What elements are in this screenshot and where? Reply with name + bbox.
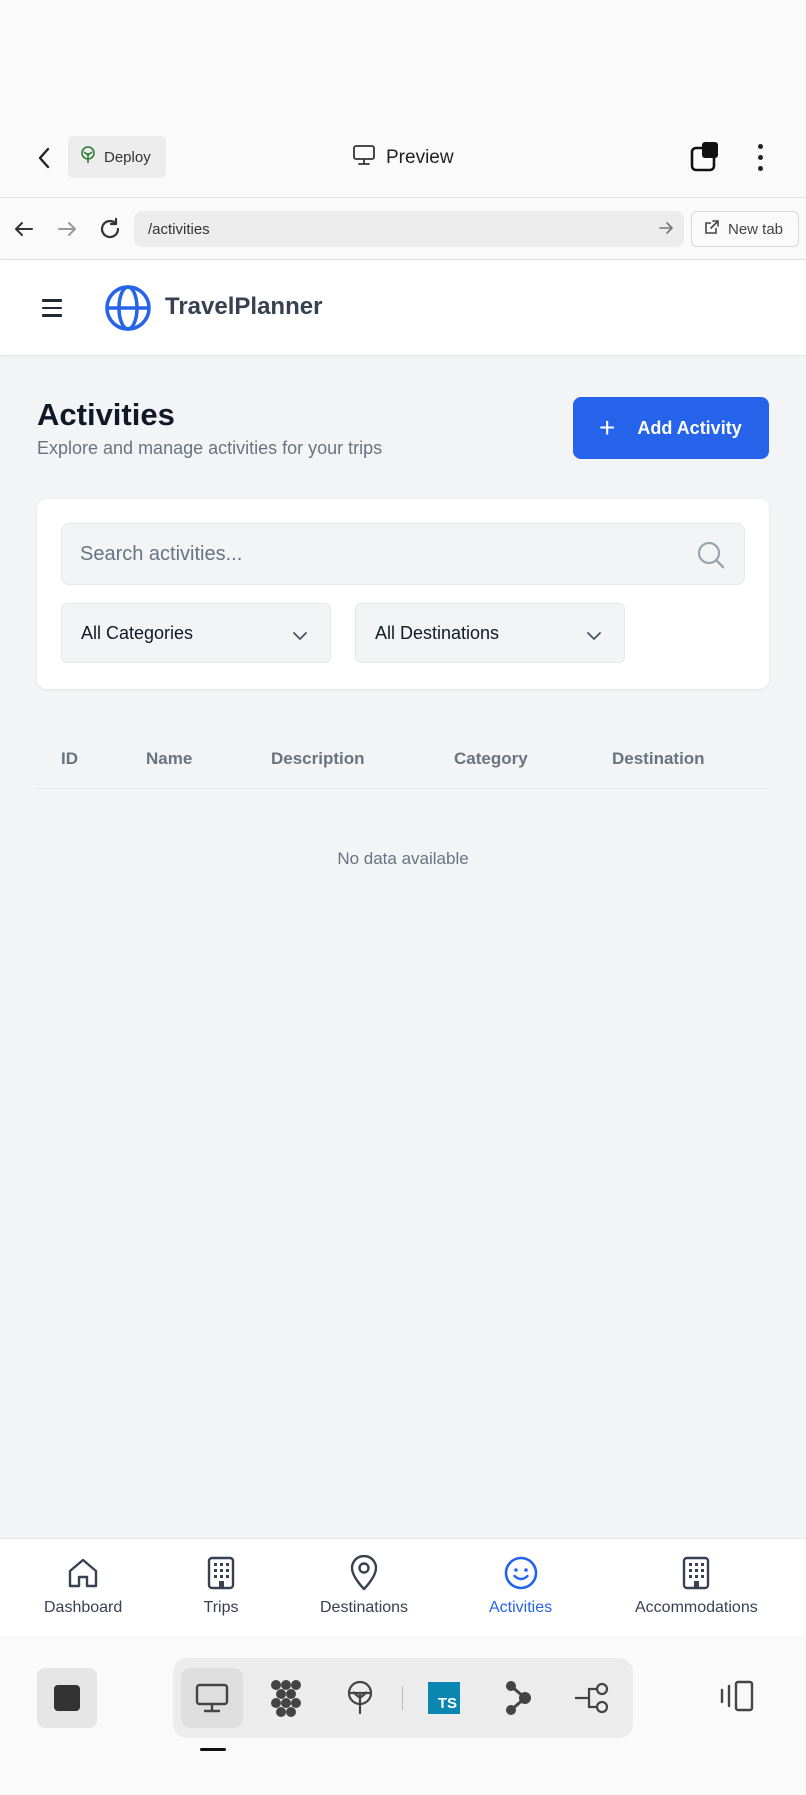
active-tool-indicator xyxy=(200,1748,226,1751)
nav-label-trips: Trips xyxy=(203,1599,239,1616)
destination-select-value: All Destinations xyxy=(375,622,500,643)
go-arrow-icon[interactable] xyxy=(658,219,674,241)
deploy-label: Deploy xyxy=(104,148,151,166)
tool-group: TS xyxy=(173,1658,633,1738)
tool-divider xyxy=(402,1686,403,1710)
reload-icon[interactable] xyxy=(96,215,124,243)
ide-dock: TS xyxy=(0,1636,806,1795)
column-header-category[interactable]: Category xyxy=(454,749,528,769)
nav-item-trips[interactable]: Trips xyxy=(203,1555,239,1617)
ts-badge: TS xyxy=(428,1682,460,1714)
branch-tool-icon[interactable] xyxy=(487,1668,549,1728)
column-header-name[interactable]: Name xyxy=(146,749,192,769)
monitor-tool-icon[interactable] xyxy=(181,1668,243,1728)
top-toolbar: Deploy Preview xyxy=(0,118,806,198)
add-activity-button[interactable]: + Add Activity xyxy=(573,397,769,459)
destination-select[interactable]: All Destinations xyxy=(355,603,625,663)
browser-forward-icon[interactable] xyxy=(53,215,81,243)
category-select[interactable]: All Categories xyxy=(61,603,331,663)
stop-icon xyxy=(54,1685,80,1711)
plus-icon: + xyxy=(599,412,616,443)
building-icon xyxy=(203,1555,239,1591)
main-content: Activities Explore and manage activities… xyxy=(0,357,806,1538)
blocks-tool-icon[interactable] xyxy=(255,1668,317,1728)
copy-icon[interactable] xyxy=(688,140,722,174)
back-icon[interactable] xyxy=(28,142,60,174)
nav-item-dashboard[interactable]: Dashboard xyxy=(44,1555,122,1617)
nav-label-activities: Activities xyxy=(489,1599,553,1616)
typescript-tool-icon[interactable]: TS xyxy=(413,1668,475,1728)
table-header: ID Name Description Category Destination xyxy=(37,727,769,789)
page-title: Activities xyxy=(37,397,175,432)
bottom-navigation: Dashboard Trips Destinations Activities … xyxy=(0,1538,806,1636)
filter-card: Search activities... All Categories All … xyxy=(37,499,769,689)
more-options-icon[interactable] xyxy=(748,140,772,174)
page-subtitle: Explore and manage activities for your t… xyxy=(37,438,383,458)
panel-toggle-icon[interactable] xyxy=(718,1676,758,1716)
column-header-description[interactable]: Description xyxy=(271,749,365,769)
search-icon xyxy=(696,540,726,576)
url-text: /activities xyxy=(148,220,210,238)
map-pin-icon xyxy=(346,1555,382,1591)
chevron-down-icon xyxy=(292,626,308,647)
deploy-tool-icon[interactable] xyxy=(329,1668,391,1728)
column-header-id[interactable]: ID xyxy=(61,749,78,769)
hotel-icon xyxy=(678,1555,714,1591)
chevron-down-icon xyxy=(586,626,602,647)
nav-label-dashboard: Dashboard xyxy=(44,1599,123,1616)
nav-item-activities[interactable]: Activities xyxy=(489,1555,552,1617)
external-link-icon xyxy=(704,219,720,239)
app-header: TravelPlanner xyxy=(0,260,806,356)
flow-tool-icon[interactable] xyxy=(561,1668,623,1728)
search-placeholder: Search activities... xyxy=(80,542,243,565)
new-tab-button[interactable]: New tab xyxy=(691,211,799,247)
url-input[interactable]: /activities xyxy=(134,211,684,247)
preview-label: Preview xyxy=(386,147,454,168)
column-header-destination[interactable]: Destination xyxy=(612,749,705,769)
activities-table: ID Name Description Category Destination… xyxy=(37,727,769,868)
nav-label-destinations: Destinations xyxy=(320,1599,409,1616)
brand-name: TravelPlanner xyxy=(165,293,323,320)
deploy-icon xyxy=(80,146,96,168)
menu-icon[interactable] xyxy=(42,296,66,320)
deploy-button[interactable]: Deploy xyxy=(68,136,166,178)
status-area xyxy=(0,0,806,118)
smile-icon xyxy=(503,1555,539,1591)
nav-item-accommodations[interactable]: Accommodations xyxy=(635,1555,758,1617)
category-select-value: All Categories xyxy=(81,622,194,643)
nav-item-destinations[interactable]: Destinations xyxy=(320,1555,408,1617)
address-bar: /activities New tab xyxy=(0,198,806,260)
add-activity-label: Add Activity xyxy=(637,417,742,438)
home-icon xyxy=(65,1555,101,1591)
monitor-icon xyxy=(352,144,376,172)
browser-back-icon[interactable] xyxy=(10,215,38,243)
globe-icon xyxy=(104,284,152,332)
stop-button[interactable] xyxy=(37,1668,97,1728)
new-tab-label: New tab xyxy=(728,220,784,238)
search-input[interactable]: Search activities... xyxy=(61,523,745,585)
empty-state-message: No data available xyxy=(337,849,469,868)
nav-label-accommodations: Accommodations xyxy=(635,1599,758,1616)
preview-title: Preview xyxy=(352,144,454,172)
